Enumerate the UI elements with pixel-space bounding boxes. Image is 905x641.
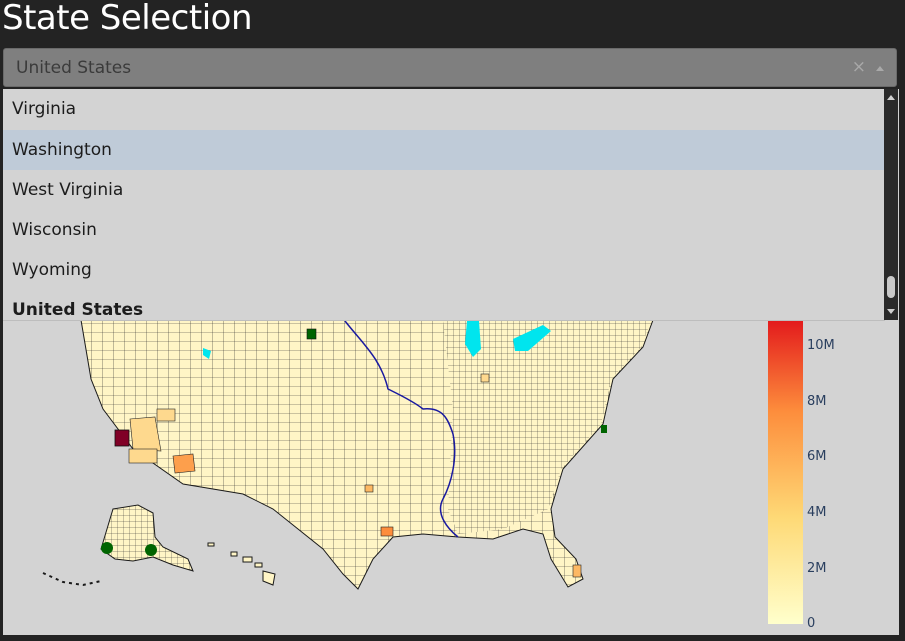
chevron-up-icon[interactable] [876, 66, 884, 71]
colorbar-tick-2m: 2M [807, 561, 827, 576]
scrollbar-thumb[interactable] [887, 276, 895, 298]
county-dark-green-nd [306, 328, 317, 340]
county-clark [156, 408, 176, 422]
county-san-diego [128, 448, 158, 464]
county-dallas [364, 484, 374, 493]
option-virginia[interactable]: Virginia [3, 89, 885, 129]
state-select-dropdown[interactable]: United States × [3, 48, 897, 87]
state-select-menu: Virginia Washington West Virginia Wiscon… [3, 89, 885, 321]
county-maricopa [172, 453, 196, 474]
colorbar-tick-4m: 4M [807, 505, 827, 520]
colorbar-tick-0: 0 [807, 616, 815, 631]
colorbar-tick-6m: 6M [807, 449, 827, 464]
county-miami-dade [572, 564, 582, 578]
colorbar-gradient [768, 320, 803, 624]
page-title: State Selection [2, 0, 253, 38]
colorbar-tick-10m: 10M [807, 338, 835, 353]
option-west-virginia[interactable]: West Virginia [3, 170, 885, 210]
alaska-green-county-2 [145, 544, 157, 556]
hawaii-islands [207, 542, 276, 586]
county-harris [380, 526, 394, 537]
county-cook [480, 373, 490, 383]
colorbar-tick-8m: 8M [807, 394, 827, 409]
option-washington[interactable]: Washington [3, 130, 885, 170]
county-los-angeles [114, 429, 130, 447]
clear-icon[interactable]: × [852, 57, 866, 77]
option-wyoming[interactable]: Wyoming [3, 250, 885, 290]
scroll-down-arrow-icon[interactable] [887, 309, 895, 314]
menu-scrollbar[interactable] [884, 89, 898, 320]
scroll-up-arrow-icon[interactable] [887, 95, 895, 100]
alaska-green-county-1 [101, 542, 113, 554]
colorbar-ticks: 10M 8M 6M 4M 2M 0 [807, 338, 835, 631]
alaska-land [100, 504, 194, 572]
county-dark-green-va [601, 425, 607, 433]
option-wisconsin[interactable]: Wisconsin [3, 210, 885, 250]
aleutian-islands [42, 572, 102, 587]
state-select-value: United States [16, 58, 132, 78]
option-united-states[interactable]: United States [3, 290, 885, 320]
